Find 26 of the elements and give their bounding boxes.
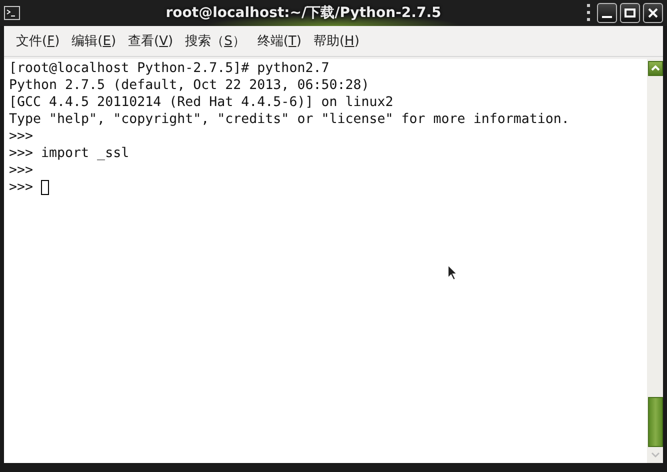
minimize-icon [602, 16, 612, 18]
menu-item[interactable]: 终端(T) [251, 30, 308, 52]
scroll-thumb[interactable] [648, 397, 663, 447]
menu-item[interactable]: 文件(F) [10, 30, 66, 52]
menu-item[interactable]: 帮助(H) [307, 30, 366, 52]
grip-icon[interactable] [587, 4, 591, 22]
menu-item[interactable]: 编辑(E) [66, 30, 122, 52]
close-icon [647, 7, 659, 19]
terminal-line: Type "help", "copyright", "credits" or "license" for more information. [9, 111, 570, 128]
menu-item[interactable]: 搜索（S） [179, 30, 252, 52]
terminal-line: [GCC 4.4.5 20110214 (Red Hat 4.4.5-6)] on linux2 [9, 94, 394, 111]
terminal-line: >>> [9, 128, 34, 145]
minimize-button[interactable] [597, 3, 617, 23]
terminal-line: [root@localhost Python-2.7.5]# python2.7 [9, 60, 330, 77]
terminal-line: >>> [9, 179, 34, 196]
scroll-up-button[interactable] [648, 61, 663, 76]
window-title: root@localhost:~/下载/Python-2.7.5 [164, 4, 442, 22]
terminal-line: Python 2.7.5 (default, Oct 22 2013, 06:50:28) [9, 77, 370, 94]
mouse-pointer-icon [447, 264, 458, 281]
terminal-line: >>> [9, 162, 34, 179]
close-button[interactable] [643, 3, 663, 23]
maximize-button[interactable] [620, 3, 640, 23]
maximize-icon [624, 7, 636, 19]
terminal-icon [4, 6, 20, 20]
terminal-line: >>> import _ssl [9, 145, 130, 162]
menu-item[interactable]: 查看(V) [122, 30, 180, 52]
